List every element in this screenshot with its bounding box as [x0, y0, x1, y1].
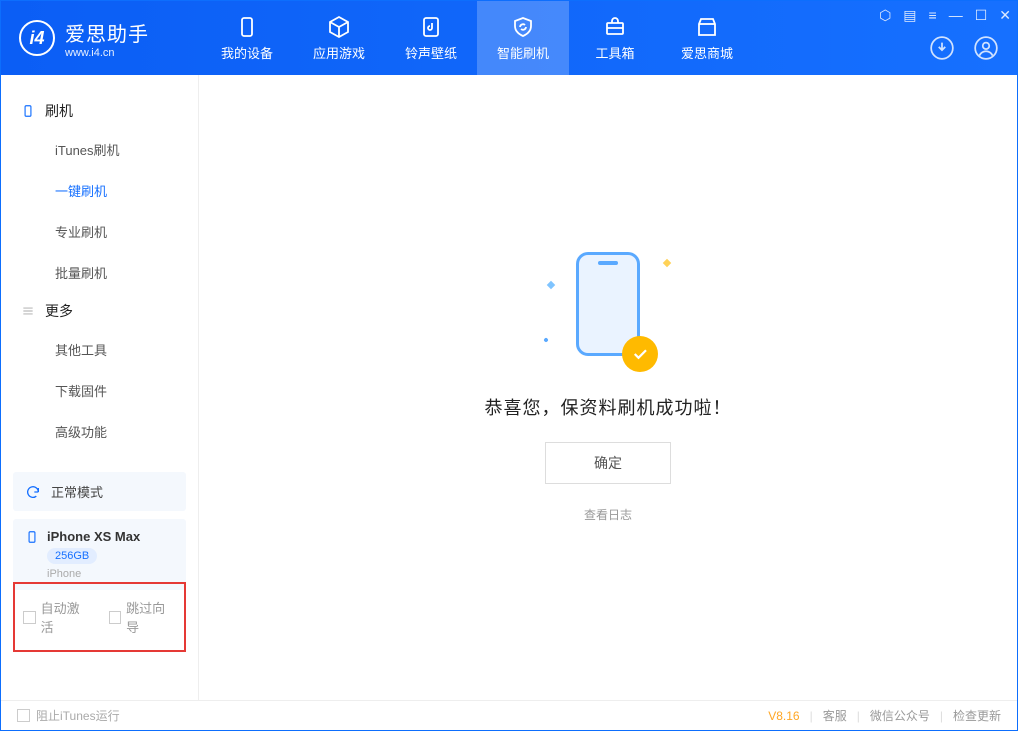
sparkle-icon [547, 281, 555, 289]
wechat-link[interactable]: 微信公众号 [870, 707, 930, 724]
logo-icon: i4 [19, 20, 55, 56]
nav-label: 铃声壁纸 [405, 43, 457, 62]
footer-left: 阻止iTunes运行 [17, 707, 120, 724]
separator: | [940, 709, 943, 723]
sparkle-icon [543, 337, 549, 343]
sidebar-section-more: 更多 [1, 293, 198, 329]
nav-label: 智能刷机 [497, 43, 549, 62]
header: i4 爱思助手 www.i4.cn 我的设备 应用游戏 铃声壁纸 智能刷机 工具… [1, 1, 1017, 75]
nav-label: 爱思商城 [681, 43, 733, 62]
separator: | [810, 709, 813, 723]
toolbox-icon [603, 15, 627, 39]
view-log-link[interactable]: 查看日志 [584, 506, 632, 523]
cube-icon [327, 15, 351, 39]
nav-tab-toolbox[interactable]: 工具箱 [569, 1, 661, 75]
ok-button[interactable]: 确定 [545, 442, 671, 484]
separator: | [857, 709, 860, 723]
device-type: iPhone [47, 568, 81, 580]
nav-label: 我的设备 [221, 43, 273, 62]
checkbox-icon[interactable] [17, 709, 30, 722]
sidebar-item-pro-flash[interactable]: 专业刷机 [1, 211, 198, 252]
device-outline-icon [21, 104, 35, 118]
sidebar-item-itunes-flash[interactable]: iTunes刷机 [1, 129, 198, 170]
success-message: 恭喜您，保资料刷机成功啦！ [485, 394, 732, 420]
footer-right: V8.16 | 客服 | 微信公众号 | 检查更新 [768, 707, 1001, 724]
sidebar-item-advanced[interactable]: 高级功能 [1, 411, 198, 452]
checkbox-skip-guide[interactable]: 跳过向导 [109, 598, 177, 636]
check-badge-icon [622, 336, 658, 372]
success-illustration [538, 252, 678, 372]
sidebar-item-other-tools[interactable]: 其他工具 [1, 329, 198, 370]
maximize-icon[interactable]: ☐ [975, 7, 988, 24]
window-controls: ⬡ ▤ ≡ — ☐ ✕ [879, 7, 1011, 24]
checkbox-icon [23, 611, 36, 624]
main-content: 恭喜您，保资料刷机成功啦！ 确定 查看日志 [199, 75, 1017, 700]
shield-sync-icon [511, 15, 535, 39]
logo-area: i4 爱思助手 www.i4.cn [1, 18, 201, 59]
minimize-icon[interactable]: — [949, 7, 963, 24]
user-icon[interactable] [973, 35, 999, 61]
sidebar-item-download-firmware[interactable]: 下载固件 [1, 370, 198, 411]
list-icon[interactable]: ▤ [903, 7, 916, 24]
sidebar: 刷机 iTunes刷机 一键刷机 专业刷机 批量刷机 更多 其他工具 下载固件 … [1, 75, 199, 700]
body: 刷机 iTunes刷机 一键刷机 专业刷机 批量刷机 更多 其他工具 下载固件 … [1, 75, 1017, 700]
sync-icon [25, 484, 41, 500]
block-itunes-label[interactable]: 阻止iTunes运行 [36, 707, 120, 724]
nav-tab-device[interactable]: 我的设备 [201, 1, 293, 75]
download-icon[interactable] [929, 35, 955, 61]
app-title: 爱思助手 [65, 18, 149, 47]
store-icon [695, 15, 719, 39]
nav-tab-flash[interactable]: 智能刷机 [477, 1, 569, 75]
checkbox-icon [109, 611, 122, 624]
footer: 阻止iTunes运行 V8.16 | 客服 | 微信公众号 | 检查更新 [1, 700, 1017, 730]
checkbox-label: 跳过向导 [126, 598, 176, 636]
header-action-icons [929, 35, 999, 61]
close-icon[interactable]: ✕ [999, 7, 1011, 24]
sidebar-section-flash: 刷机 [1, 93, 198, 129]
nav-tab-store[interactable]: 爱思商城 [661, 1, 753, 75]
checkbox-auto-activate[interactable]: 自动激活 [23, 598, 91, 636]
nav-label: 工具箱 [595, 43, 634, 62]
more-icon [21, 304, 35, 318]
version-label: V8.16 [768, 709, 799, 723]
device-storage: 256GB [47, 548, 97, 564]
sidebar-item-batch-flash[interactable]: 批量刷机 [1, 252, 198, 293]
support-link[interactable]: 客服 [823, 707, 847, 724]
device-panel: 正常模式 iPhone XS Max 256GB iPhone [13, 472, 186, 590]
nav-tab-ringtones[interactable]: 铃声壁纸 [385, 1, 477, 75]
device-mode-box[interactable]: 正常模式 [13, 472, 186, 511]
phone-icon [235, 15, 259, 39]
checkbox-label: 自动激活 [41, 598, 91, 636]
sidebar-section-label: 刷机 [45, 101, 73, 121]
sidebar-section-label: 更多 [45, 301, 73, 321]
sparkle-icon [663, 259, 671, 267]
device-name: iPhone XS Max [47, 529, 140, 544]
device-mode-label: 正常模式 [51, 482, 103, 501]
nav-label: 应用游戏 [313, 43, 365, 62]
phone-small-icon [25, 530, 39, 544]
nav-tabs: 我的设备 应用游戏 铃声壁纸 智能刷机 工具箱 爱思商城 [201, 1, 753, 75]
app-subtitle: www.i4.cn [65, 47, 149, 59]
sidebar-item-oneclick-flash[interactable]: 一键刷机 [1, 170, 198, 211]
menu-icon[interactable]: ≡ [929, 7, 937, 24]
options-row: 自动激活 跳过向导 [13, 582, 186, 652]
music-file-icon [419, 15, 443, 39]
nav-tab-apps[interactable]: 应用游戏 [293, 1, 385, 75]
device-info-box[interactable]: iPhone XS Max 256GB iPhone [13, 519, 186, 590]
check-update-link[interactable]: 检查更新 [953, 707, 1001, 724]
shirt-icon[interactable]: ⬡ [879, 7, 891, 24]
